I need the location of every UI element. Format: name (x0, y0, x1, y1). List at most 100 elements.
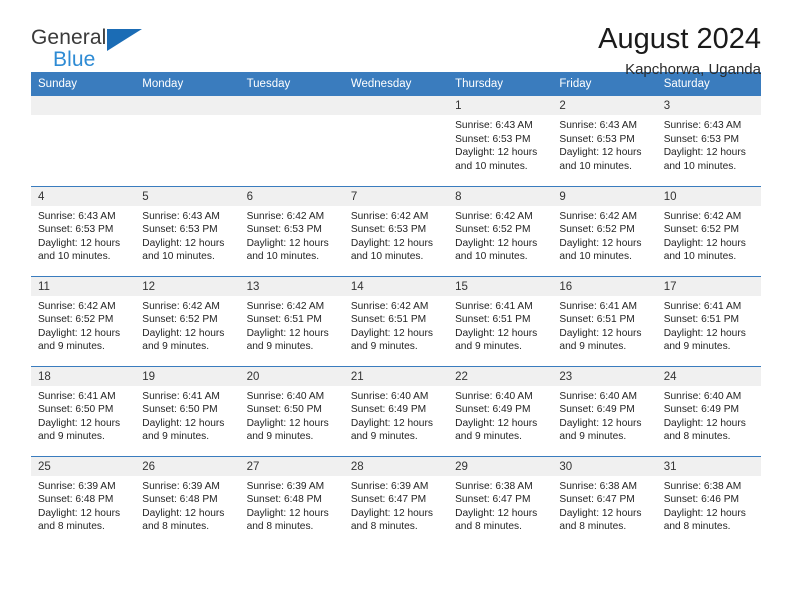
sunrise-text: Sunrise: 6:38 AM (455, 480, 533, 492)
daylight-text-line2: and 10 minutes. (663, 251, 737, 263)
day-number: 12 (135, 276, 240, 296)
page-title: August 2024 (598, 23, 761, 55)
calendar-day-cell[interactable]: 3 Sunrise: 6:43 AM Sunset: 6:53 PM Daylight… (656, 96, 761, 186)
daylight-text-line1: Daylight: 12 hours (559, 327, 642, 339)
daylight-text-line1: Daylight: 12 hours (246, 327, 329, 339)
calendar-day-cell[interactable]: 23 Sunrise: 6:40 AM Sunset: 6:49 PM Dayligh… (552, 365, 657, 456)
sunset-text: Sunset: 6:51 PM (663, 314, 740, 326)
calendar-day-cell[interactable]: 24 Sunrise: 6:40 AM Sunset: 6:49 PM Dayligh… (656, 365, 761, 456)
day-number: 8 (448, 186, 553, 206)
sunrise-text: Sunrise: 6:39 AM (38, 480, 116, 492)
sunset-text: Sunset: 6:52 PM (455, 224, 531, 236)
calendar-page: General Blue August 2024 Kapchorwa, Ugan… (0, 0, 792, 612)
daylight-text-line1: Daylight: 12 hours (455, 507, 538, 519)
sunrise-text: Sunrise: 6:39 AM (142, 480, 220, 492)
day-number (135, 96, 240, 115)
calendar-day-cell[interactable]: 6 Sunrise: 6:42 AM Sunset: 6:53 PM Daylight… (239, 185, 344, 276)
daylight-text-line1: Daylight: 12 hours (142, 237, 225, 249)
weekday-header-sunday: Sunday (31, 72, 136, 96)
calendar-day-cell[interactable]: 19 Sunrise: 6:41 AM Sunset: 6:50 PM Dayligh… (135, 365, 240, 456)
day-details (31, 115, 135, 119)
daylight-text-line1: Daylight: 12 hours (455, 147, 538, 159)
daylight-text-line1: Daylight: 12 hours (350, 237, 433, 249)
sunset-text: Sunset: 6:51 PM (455, 314, 531, 326)
day-details (135, 115, 239, 119)
day-number: 9 (552, 186, 657, 206)
calendar-day-cell[interactable]: 21 Sunrise: 6:40 AM Sunset: 6:49 PM Dayligh… (343, 365, 449, 456)
calendar-day-cell[interactable]: 17 Sunrise: 6:41 AM Sunset: 6:51 PM Dayligh… (656, 275, 761, 366)
triangle-icon (107, 29, 143, 51)
daylight-text-line2: and 9 minutes. (350, 341, 418, 353)
calendar-day-cell[interactable]: 18 Sunrise: 6:41 AM Sunset: 6:50 PM Dayligh… (31, 365, 136, 456)
calendar-day-cell[interactable]: 16 Sunrise: 6:41 AM Sunset: 6:51 PM Dayligh… (552, 275, 657, 366)
calendar-day-cell[interactable]: 29 Sunrise: 6:38 AM Sunset: 6:47 PM Dayligh… (448, 455, 553, 546)
sunset-text: Sunset: 6:49 PM (350, 404, 427, 416)
day-details: Sunrise: 6:40 AM Sunset: 6:49 PM Daylight:… (657, 386, 761, 444)
day-number: 24 (656, 366, 761, 386)
daylight-text-line1: Daylight: 12 hours (663, 327, 746, 339)
sunset-text: Sunset: 6:52 PM (38, 314, 114, 326)
calendar-day-cell[interactable]: 4 Sunrise: 6:43 AM Sunset: 6:53 PM Daylight… (31, 185, 136, 276)
logo-general-label: General (31, 26, 107, 49)
daylight-text-line2: and 10 minutes. (559, 251, 632, 263)
calendar-day-cell[interactable]: 12 Sunrise: 6:42 AM Sunset: 6:52 PM Dayligh… (135, 275, 240, 366)
calendar-day-cell[interactable]: 26 Sunrise: 6:39 AM Sunset: 6:48 PM Dayligh… (135, 455, 240, 546)
day-details (344, 115, 448, 119)
page-subtitle: Kapchorwa, Uganda (625, 61, 761, 79)
sunrise-text: Sunrise: 6:42 AM (246, 210, 325, 222)
calendar-day-cell[interactable]: 28 Sunrise: 6:39 AM Sunset: 6:47 PM Dayligh… (343, 455, 449, 546)
daylight-text-line2: and 9 minutes. (559, 431, 627, 443)
calendar-day-cell[interactable]: 8 Sunrise: 6:42 AM Sunset: 6:52 PM Daylight… (448, 185, 553, 276)
calendar-day-cell[interactable]: 2 Sunrise: 6:43 AM Sunset: 6:53 PM Daylight… (552, 96, 657, 186)
calendar-week-row: 18 Sunrise: 6:41 AM Sunset: 6:50 PM Dayligh… (31, 365, 761, 456)
sunset-text: Sunset: 6:51 PM (246, 314, 322, 326)
sunset-text: Sunset: 6:47 PM (559, 494, 635, 506)
calendar-day-cell[interactable]: 30 Sunrise: 6:38 AM Sunset: 6:47 PM Dayligh… (552, 455, 657, 546)
general-blue-logo[interactable]: General Blue (31, 24, 143, 70)
calendar-day-cell[interactable]: 10 Sunrise: 6:42 AM Sunset: 6:52 PM Dayligh… (656, 185, 761, 276)
day-details: Sunrise: 6:41 AM Sunset: 6:51 PM Daylight:… (552, 296, 656, 354)
calendar-day-cell[interactable]: 22 Sunrise: 6:40 AM Sunset: 6:49 PM Dayligh… (448, 365, 553, 456)
calendar-day-cell[interactable]: 5 Sunrise: 6:43 AM Sunset: 6:53 PM Daylight… (135, 185, 240, 276)
calendar-day-cell[interactable]: 13 Sunrise: 6:42 AM Sunset: 6:51 PM Dayligh… (239, 275, 344, 366)
daylight-text-line2: and 9 minutes. (350, 431, 418, 443)
day-number: 30 (552, 456, 657, 476)
sunrise-text: Sunrise: 6:40 AM (663, 390, 742, 402)
sunset-text: Sunset: 6:48 PM (38, 494, 114, 506)
day-number: 27 (239, 456, 344, 476)
day-details: Sunrise: 6:41 AM Sunset: 6:51 PM Daylight:… (657, 296, 761, 354)
sunset-text: Sunset: 6:49 PM (663, 404, 740, 416)
daylight-text-line1: Daylight: 12 hours (350, 327, 433, 339)
calendar-day-cell[interactable]: 15 Sunrise: 6:41 AM Sunset: 6:51 PM Dayligh… (448, 275, 553, 366)
calendar-day-cell[interactable]: 11 Sunrise: 6:42 AM Sunset: 6:52 PM Dayligh… (31, 275, 136, 366)
sunset-text: Sunset: 6:52 PM (142, 314, 218, 326)
sunset-text: Sunset: 6:50 PM (38, 404, 114, 416)
day-number: 29 (448, 456, 553, 476)
calendar-day-cell[interactable]: 14 Sunrise: 6:42 AM Sunset: 6:51 PM Dayligh… (343, 275, 449, 366)
calendar-day-cell[interactable]: 9 Sunrise: 6:42 AM Sunset: 6:52 PM Daylight… (552, 185, 657, 276)
daylight-text-line1: Daylight: 12 hours (350, 507, 433, 519)
sunrise-text: Sunrise: 6:40 AM (246, 390, 325, 402)
calendar-day-cell[interactable]: 20 Sunrise: 6:40 AM Sunset: 6:50 PM Dayligh… (239, 365, 344, 456)
calendar-day-cell[interactable]: 27 Sunrise: 6:39 AM Sunset: 6:48 PM Dayligh… (239, 455, 344, 546)
calendar-day-cell[interactable]: 31 Sunrise: 6:38 AM Sunset: 6:46 PM Dayligh… (656, 455, 761, 546)
logo-text-general: General (31, 26, 143, 51)
calendar-day-cell[interactable]: 1 Sunrise: 6:43 AM Sunset: 6:53 PM Daylight… (448, 96, 553, 186)
day-details: Sunrise: 6:42 AM Sunset: 6:53 PM Daylight:… (344, 206, 448, 264)
day-number: 26 (135, 456, 240, 476)
daylight-text-line2: and 9 minutes. (455, 431, 522, 443)
day-details: Sunrise: 6:40 AM Sunset: 6:50 PM Daylight:… (240, 386, 344, 444)
sunset-text: Sunset: 6:53 PM (559, 133, 635, 145)
day-number: 19 (135, 366, 240, 386)
sunrise-text: Sunrise: 6:43 AM (559, 120, 637, 131)
daylight-text-line2: and 8 minutes. (663, 431, 731, 443)
sunset-text: Sunset: 6:47 PM (350, 494, 427, 506)
sunrise-text: Sunrise: 6:42 AM (350, 300, 429, 312)
calendar-day-cell[interactable]: 25 Sunrise: 6:39 AM Sunset: 6:48 PM Dayligh… (31, 455, 136, 546)
sunset-text: Sunset: 6:52 PM (559, 224, 635, 236)
calendar-day-cell[interactable]: 7 Sunrise: 6:42 AM Sunset: 6:53 PM Daylight… (343, 185, 449, 276)
daylight-text-line2: and 9 minutes. (246, 341, 314, 353)
daylight-text-line1: Daylight: 12 hours (455, 237, 538, 249)
daylight-text-line2: and 9 minutes. (142, 341, 210, 353)
day-number: 28 (343, 456, 449, 476)
